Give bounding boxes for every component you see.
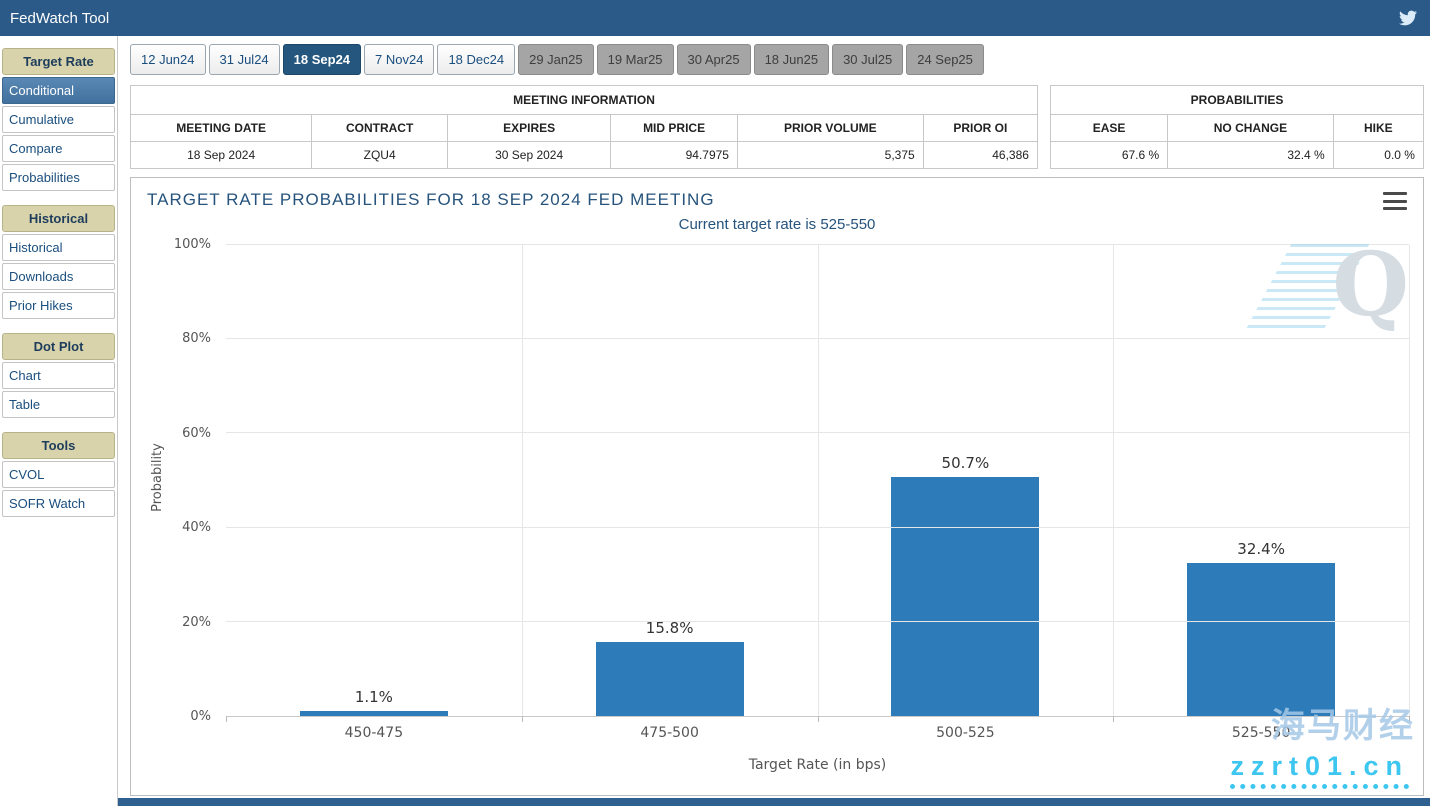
- sidebar-header-dot-plot: Dot Plot: [2, 333, 115, 360]
- x-category-475-500: 475-500: [522, 725, 818, 745]
- mi-value-zqu4: ZQU4: [312, 142, 448, 168]
- mi-value-30-sep-2024: 30 Sep 2024: [448, 142, 611, 168]
- bar-500-525[interactable]: [891, 477, 1039, 716]
- x-axis-category-labels: 450-475475-500500-525525-550: [226, 725, 1409, 745]
- x-tick-mark: [226, 716, 227, 722]
- chart-subtitle: Current target rate is 525-550: [131, 212, 1423, 235]
- x-tick-mark: [522, 716, 523, 722]
- sidebar-item-chart[interactable]: Chart: [2, 362, 115, 389]
- prob-header-no-change: NO CHANGE: [1168, 115, 1334, 141]
- top-bar: FedWatch Tool: [0, 0, 1430, 36]
- meeting-information-title: MEETING INFORMATION: [131, 86, 1037, 115]
- prob-header-ease: EASE: [1051, 115, 1168, 141]
- chart-title: TARGET RATE PROBABILITIES FOR 18 SEP 202…: [147, 190, 715, 210]
- info-tables-row: MEETING INFORMATION MEETING DATECONTRACT…: [130, 85, 1424, 169]
- sidebar-header-tools: Tools: [2, 432, 115, 459]
- chart-body: Probability 0%20%40%60%80%100% 1.1%15.8%…: [141, 237, 1413, 791]
- y-tick-100: 100%: [174, 237, 211, 252]
- y-tick-20: 20%: [182, 615, 211, 630]
- bar-slot-450-475: 1.1%: [226, 245, 522, 716]
- mi-value-46-386: 46,386: [924, 142, 1037, 168]
- meeting-tabs: 12 Jun2431 Jul2418 Sep247 Nov2418 Dec242…: [130, 44, 1424, 75]
- sidebar-item-sofr-watch[interactable]: SOFR Watch: [2, 490, 115, 517]
- tab-31-jul24[interactable]: 31 Jul24: [209, 44, 280, 75]
- bar-slot-475-500: 15.8%: [522, 245, 818, 716]
- prob-value-0-0: 0.0 %: [1334, 142, 1423, 168]
- tab-18-jun25[interactable]: 18 Jun25: [754, 44, 830, 75]
- prob-value-32-4: 32.4 %: [1168, 142, 1334, 168]
- bar-value-label-450-475: 1.1%: [226, 688, 522, 706]
- site-watermark-line2: zzrt01.cn: [1230, 751, 1409, 789]
- gridline-v: [818, 245, 819, 716]
- probabilities-title: PROBABILITIES: [1051, 86, 1423, 115]
- prob-value-67-6: 67.6 %: [1051, 142, 1168, 168]
- mi-value-94-7975: 94.7975: [611, 142, 738, 168]
- chart-panel: TARGET RATE PROBABILITIES FOR 18 SEP 202…: [130, 177, 1424, 796]
- sidebar-item-cvol[interactable]: CVOL: [2, 461, 115, 488]
- mi-value-18-sep-2024: 18 Sep 2024: [131, 142, 312, 168]
- tab-29-jan25[interactable]: 29 Jan25: [518, 44, 594, 75]
- chart-context-menu-icon[interactable]: [1383, 192, 1407, 210]
- meeting-information-value-row: 18 Sep 2024ZQU430 Sep 202494.79755,37546…: [131, 141, 1037, 168]
- q-logo-watermark: Q: [1332, 240, 1409, 328]
- sidebar-item-compare[interactable]: Compare: [2, 135, 115, 162]
- site-watermark-line1: 海马财经: [1271, 698, 1415, 747]
- gridline-v: [1113, 245, 1114, 716]
- tab-18-sep24[interactable]: 18 Sep24: [283, 44, 361, 75]
- mi-value-5-375: 5,375: [738, 142, 924, 168]
- probabilities-header-row: EASENO CHANGEHIKE: [1051, 115, 1423, 141]
- tab-19-mar25[interactable]: 19 Mar25: [597, 44, 674, 75]
- x-tick-mark: [818, 716, 819, 722]
- gridline-v: [1409, 245, 1410, 716]
- bar-525-550[interactable]: [1187, 563, 1335, 716]
- y-tick-60: 60%: [182, 426, 211, 441]
- y-tick-40: 40%: [182, 520, 211, 535]
- mi-header-meeting-date: MEETING DATE: [131, 115, 312, 141]
- sidebar-item-historical[interactable]: Historical: [2, 234, 115, 261]
- y-tick-0: 0%: [190, 709, 211, 724]
- bar-slot-500-525: 50.7%: [818, 245, 1114, 716]
- app-title: FedWatch Tool: [10, 10, 109, 27]
- bar-475-500[interactable]: [596, 642, 744, 716]
- sidebar-header-target-rate: Target Rate: [2, 48, 115, 75]
- gridline-v: [522, 245, 523, 716]
- probabilities-table: PROBABILITIES EASENO CHANGEHIKE 67.6 %32…: [1050, 85, 1424, 169]
- meeting-information-header-row: MEETING DATECONTRACTEXPIRESMID PRICEPRIO…: [131, 115, 1037, 141]
- footer-bar: [118, 798, 1430, 806]
- mi-header-prior-oi: PRIOR OI: [924, 115, 1037, 141]
- main-content: 12 Jun2431 Jul2418 Sep247 Nov2418 Dec242…: [118, 36, 1430, 806]
- probabilities-value-row: 67.6 %32.4 %0.0 %: [1051, 141, 1423, 168]
- sidebar-item-table[interactable]: Table: [2, 391, 115, 418]
- prob-header-hike: HIKE: [1334, 115, 1423, 141]
- mi-header-mid-price: MID PRICE: [611, 115, 738, 141]
- tab-7-nov24[interactable]: 7 Nov24: [364, 44, 434, 75]
- x-tick-mark: [1113, 716, 1114, 722]
- y-tick-80: 80%: [182, 331, 211, 346]
- bar-value-label-500-525: 50.7%: [818, 454, 1114, 472]
- sidebar-item-probabilities[interactable]: Probabilities: [2, 164, 115, 191]
- tab-24-sep25[interactable]: 24 Sep25: [906, 44, 984, 75]
- tab-18-dec24[interactable]: 18 Dec24: [437, 44, 515, 75]
- twitter-icon[interactable]: [1396, 6, 1420, 30]
- y-axis-labels: 0%20%40%60%80%100%: [141, 245, 219, 717]
- mi-header-prior-volume: PRIOR VOLUME: [738, 115, 924, 141]
- sidebar-item-downloads[interactable]: Downloads: [2, 263, 115, 290]
- plot-area: 1.1%15.8%50.7% 32.4%: [226, 245, 1409, 717]
- tab-12-jun24[interactable]: 12 Jun24: [130, 44, 206, 75]
- tab-30-apr25[interactable]: 30 Apr25: [677, 44, 751, 75]
- sidebar-header-historical: Historical: [2, 205, 115, 232]
- sidebar-item-prior-hikes[interactable]: Prior Hikes: [2, 292, 115, 319]
- sidebar-item-conditional[interactable]: Conditional: [2, 77, 115, 104]
- x-category-450-475: 450-475: [226, 725, 522, 745]
- sidebar-item-cumulative[interactable]: Cumulative: [2, 106, 115, 133]
- sidebar-nav: Target RateConditionalCumulativeCompareP…: [0, 36, 118, 806]
- mi-header-contract: CONTRACT: [312, 115, 448, 141]
- bar-value-label-525-550: 32.4%: [1113, 540, 1409, 558]
- bar-450-475[interactable]: [300, 711, 448, 716]
- meeting-information-table: MEETING INFORMATION MEETING DATECONTRACT…: [130, 85, 1038, 169]
- x-category-500-525: 500-525: [818, 725, 1114, 745]
- tab-30-jul25[interactable]: 30 Jul25: [832, 44, 903, 75]
- mi-header-expires: EXPIRES: [448, 115, 611, 141]
